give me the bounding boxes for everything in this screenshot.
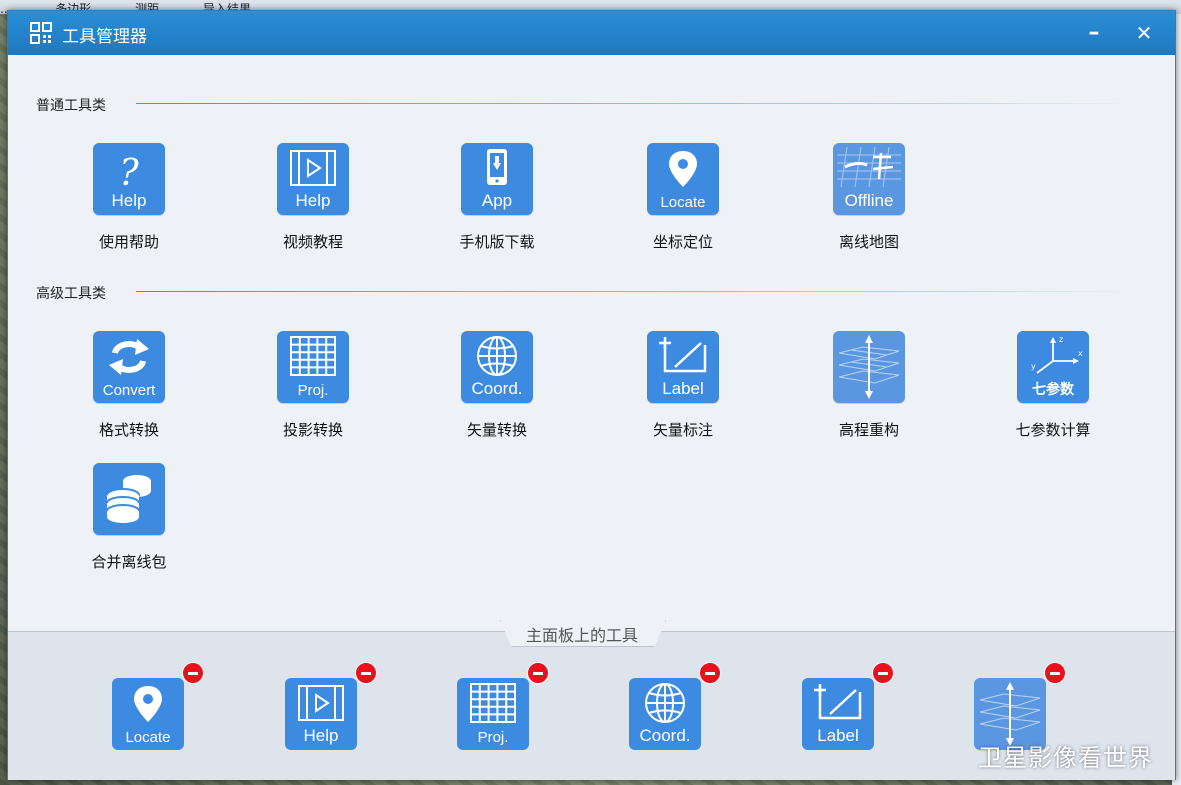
title-bar[interactable]: 工具管理器 – ✕ (8, 11, 1175, 55)
database-stack-icon (93, 463, 165, 535)
tool-coordinate-locate[interactable]: Locate 坐标定位 (608, 143, 758, 273)
elevation-layers-icon (833, 331, 905, 403)
qr-grid-icon (30, 22, 52, 44)
tool-label: 投影转换 (282, 421, 343, 439)
panel-tool-label[interactable]: Label (802, 662, 894, 750)
tool-format-convert[interactable]: Convert 格式转换 (54, 331, 204, 461)
icon-caption: Help (303, 726, 339, 745)
panel-tool-projection[interactable]: Proj. (457, 662, 549, 750)
tool-label: 离线地图 (838, 233, 899, 251)
section-label-advanced: 高级工具类 (36, 286, 106, 302)
tool-help[interactable]: ? Help 使用帮助 (54, 143, 204, 273)
tool-vector-convert[interactable]: Coord. 矢量转换 (422, 331, 572, 461)
tool-label: 高程重构 (838, 421, 899, 439)
icon-caption: Coord. (471, 379, 523, 398)
icon-caption: 七参数 (1032, 381, 1074, 397)
watermark: 卫星影像看世界 (978, 744, 1153, 772)
remove-badge-icon[interactable] (527, 662, 549, 684)
location-pin-icon: Locate (112, 678, 184, 750)
window-title: 工具管理器 (62, 27, 147, 47)
remove-badge-icon[interactable] (699, 662, 721, 684)
tool-mobile-download[interactable]: App 手机版下载 (422, 143, 572, 273)
icon-caption: App (481, 191, 513, 210)
svg-text:x: x (1078, 349, 1083, 358)
label-pen-icon: Label (647, 331, 719, 403)
svg-text:?: ? (119, 153, 139, 194)
icon-caption: Coord. (639, 726, 691, 745)
remove-badge-icon[interactable] (182, 662, 204, 684)
svg-text:z: z (1059, 335, 1063, 344)
remove-badge-icon[interactable] (872, 662, 894, 684)
icon-caption: Locate (125, 729, 171, 746)
tool-merge-offline-pack[interactable]: 合并离线包 (54, 463, 204, 593)
icon-caption: Offline (844, 191, 894, 210)
remove-badge-icon[interactable] (355, 662, 377, 684)
panel-title: 主面板上的工具 (525, 626, 638, 645)
location-pin-icon: Locate (647, 143, 719, 215)
xyz-axes-icon: z x y 七参数 (1017, 331, 1089, 403)
icon-caption: Label (662, 379, 704, 398)
globe-icon: Coord. (461, 331, 533, 403)
grid-projection-icon: Proj. (277, 331, 349, 403)
icon-caption: Label (817, 726, 859, 745)
tool-label: 七参数计算 (1015, 421, 1091, 439)
video-icon: Help (285, 678, 357, 750)
help-question-icon: ? Help (93, 143, 165, 215)
tool-projection-convert[interactable]: Proj. 投影转换 (238, 331, 388, 461)
tool-elevation-rebuild[interactable]: 高程重构 (794, 331, 944, 461)
tool-manager-dialog: 工具管理器 – ✕ 普通工具类 ? Help 使用帮助 Help 视频教程 Ap… (7, 10, 1176, 780)
grid-projection-icon: Proj. (457, 678, 529, 750)
phone-download-icon: App (461, 143, 533, 215)
minimize-button[interactable]: – (1080, 19, 1108, 47)
section-label-common: 普通工具类 (36, 98, 106, 114)
icon-caption: Locate (660, 194, 706, 211)
video-icon: Help (277, 143, 349, 215)
section-divider (136, 103, 1136, 104)
tool-label: 格式转换 (98, 421, 159, 439)
label-pen-icon: Label (802, 678, 874, 750)
globe-icon: Coord. (629, 678, 701, 750)
tool-label: 矢量转换 (466, 421, 527, 439)
icon-caption: Help (295, 191, 331, 210)
tool-label: 合并离线包 (91, 553, 167, 571)
remove-badge-icon[interactable] (1044, 662, 1066, 684)
tool-offline-map[interactable]: Offline 离线地图 (794, 143, 944, 273)
icon-caption: Proj. (477, 729, 509, 746)
tool-label: 视频教程 (282, 233, 343, 251)
tool-label: 使用帮助 (98, 233, 159, 251)
tool-label: 矢量标注 (652, 421, 713, 439)
panel-tool-locate[interactable]: Locate (112, 662, 204, 750)
close-button[interactable]: ✕ (1130, 19, 1158, 47)
icon-caption: Proj. (297, 382, 329, 399)
tool-label: 手机版下载 (459, 233, 535, 251)
tool-video-tutorial[interactable]: Help 视频教程 (238, 143, 388, 273)
tool-vector-label[interactable]: Label 矢量标注 (608, 331, 758, 461)
panel-tool-video[interactable]: Help (285, 662, 377, 750)
tool-label: 坐标定位 (652, 233, 713, 251)
offline-map-icon: Offline (833, 143, 905, 215)
svg-text:y: y (1031, 362, 1036, 371)
tool-seven-parameter[interactable]: z x y 七参数 七参数计算 (978, 331, 1128, 461)
convert-arrows-icon: Convert (93, 331, 165, 403)
icon-caption: Convert (102, 382, 156, 399)
icon-caption: Help (111, 191, 147, 210)
section-divider (136, 291, 1136, 292)
panel-tool-coord[interactable]: Coord. (629, 662, 721, 750)
